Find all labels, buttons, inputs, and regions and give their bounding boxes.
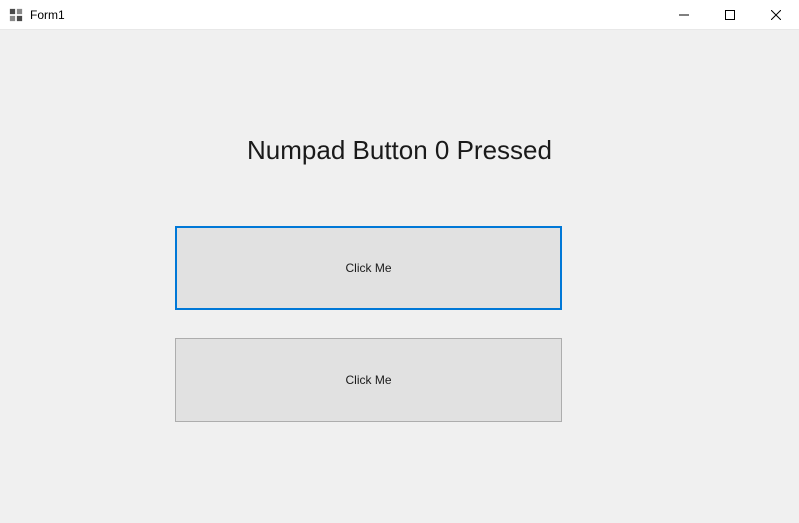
close-button[interactable] — [753, 0, 799, 29]
click-me-button-2[interactable]: Click Me — [175, 338, 562, 422]
window-controls — [661, 0, 799, 29]
app-icon — [8, 7, 24, 23]
minimize-button[interactable] — [661, 0, 707, 29]
maximize-button[interactable] — [707, 0, 753, 29]
click-me-button-1[interactable]: Click Me — [175, 226, 562, 310]
client-area: Numpad Button 0 Pressed Click Me Click M… — [0, 30, 799, 523]
window-titlebar: Form1 — [0, 0, 799, 30]
window-title: Form1 — [30, 8, 65, 22]
titlebar-left: Form1 — [0, 7, 65, 23]
status-label: Numpad Button 0 Pressed — [0, 135, 799, 166]
